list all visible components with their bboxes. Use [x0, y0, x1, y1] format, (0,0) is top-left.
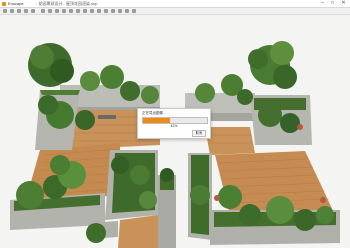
cancel-button[interactable]: 取消 [191, 130, 206, 137]
asset-library-icon[interactable] [90, 9, 94, 13]
folder-icon[interactable] [10, 9, 14, 13]
progress-bar [142, 117, 208, 124]
close-button[interactable]: ✕ [339, 0, 348, 7]
upload-icon[interactable] [111, 9, 115, 13]
front-wood-path [118, 215, 158, 248]
undo-icon[interactable] [24, 9, 28, 13]
info-icon[interactable] [132, 9, 136, 13]
home-icon[interactable] [3, 9, 7, 13]
progress-bar-fill [143, 118, 170, 123]
vr-icon[interactable] [118, 9, 122, 13]
window-titlebar: Enscape - 花园景观设计 - 屋顶花园渲染.skp – □ ✕ [0, 0, 350, 8]
view-icon[interactable] [62, 9, 66, 13]
maximize-button[interactable]: □ [328, 0, 337, 7]
export-icon[interactable] [104, 9, 108, 13]
toolbar [0, 8, 350, 15]
material-icon[interactable] [83, 9, 87, 13]
save-icon[interactable] [17, 9, 21, 13]
layers-icon[interactable] [76, 9, 80, 13]
right-wood-deck-upper [205, 127, 255, 155]
settings-icon[interactable] [97, 9, 101, 13]
measure-icon[interactable] [125, 9, 129, 13]
bench [98, 115, 116, 119]
sun-icon[interactable] [69, 9, 73, 13]
video-icon[interactable] [48, 9, 52, 13]
app-title: Enscape [8, 1, 24, 6]
minimize-button[interactable]: – [318, 0, 327, 7]
export-progress-dialog: 正在导出图像... 42% 取消 [137, 108, 211, 139]
dialog-message: 正在导出图像... [142, 111, 166, 115]
file-title: - 花园景观设计 - 屋顶花园渲染.skp [36, 1, 98, 6]
progress-percent: 42% [170, 124, 178, 128]
camera-icon[interactable] [41, 9, 45, 13]
redo-icon[interactable] [31, 9, 35, 13]
panorama-icon[interactable] [55, 9, 59, 13]
app-logo-icon [2, 1, 6, 6]
